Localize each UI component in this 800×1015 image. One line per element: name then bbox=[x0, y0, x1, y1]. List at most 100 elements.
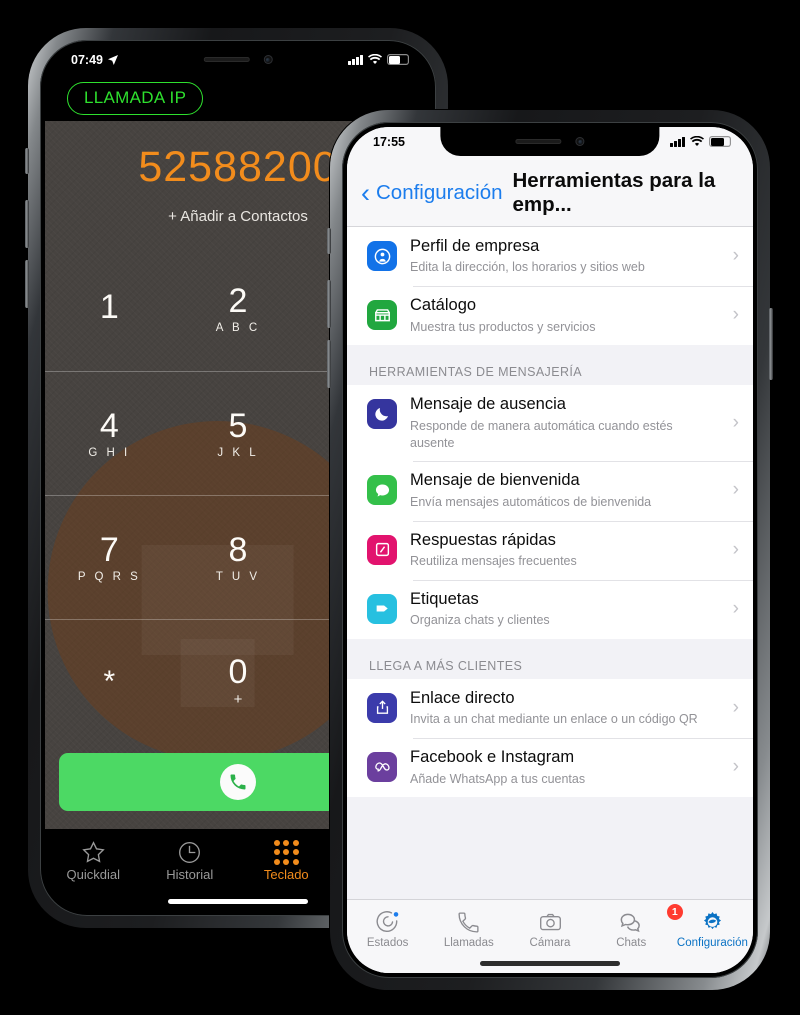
camera-icon bbox=[509, 907, 590, 937]
key-star[interactable]: * bbox=[45, 620, 174, 743]
power-button[interactable] bbox=[769, 308, 773, 380]
chevron-right-icon: › bbox=[732, 479, 739, 501]
tab-quickdial[interactable]: Quickdial bbox=[45, 837, 142, 882]
tab-label: Cámara bbox=[529, 937, 571, 949]
chevron-right-icon: › bbox=[732, 304, 739, 326]
back-button-label[interactable]: Configuración bbox=[376, 181, 503, 205]
key-0[interactable]: 0 + bbox=[174, 620, 303, 743]
list-item-text: Enlace directo Invita a un chat mediante… bbox=[410, 688, 716, 728]
list-item-etiquetas[interactable]: Etiquetas Organiza chats y clientes › bbox=[347, 579, 753, 639]
list-item-respuestas-rapidas[interactable]: Respuestas rápidas Reutiliza mensajes fr… bbox=[347, 520, 753, 580]
tab-historial[interactable]: Historial bbox=[142, 837, 239, 882]
tab-label: Quickdial bbox=[66, 867, 120, 882]
status-time: 07:49 bbox=[71, 52, 103, 67]
silent-switch[interactable] bbox=[25, 148, 29, 174]
list-item-text: Perfil de empresa Edita la dirección, lo… bbox=[410, 236, 716, 276]
list-item-facebook-e-instagram[interactable]: Facebook e Instagram Añade WhatsApp a tu… bbox=[347, 738, 753, 798]
key-letters: P Q R S bbox=[77, 570, 141, 583]
tab-label: Configuración bbox=[676, 937, 748, 949]
meta-link-icon bbox=[367, 752, 397, 783]
chevron-right-icon: › bbox=[732, 538, 739, 560]
status-right bbox=[348, 54, 409, 65]
tab-chats[interactable]: 1 Chats bbox=[591, 904, 683, 949]
tab-label: Llamadas bbox=[443, 937, 494, 949]
key-5[interactable]: 5 J K L bbox=[174, 372, 303, 495]
ip-call-badge[interactable]: LLAMADA IP bbox=[67, 82, 204, 115]
chevron-right-icon: › bbox=[732, 411, 739, 433]
tab-teclado[interactable]: Teclado bbox=[238, 837, 335, 882]
section-header-mensajeria: HERRAMIENTAS DE MENSAJERÍA bbox=[347, 345, 753, 386]
phone-device-whatsapp: 17:55 ‹ Configuración Herramientas para … bbox=[327, 110, 773, 990]
key-2[interactable]: 2 A B C bbox=[174, 247, 303, 371]
key-letters: + bbox=[233, 691, 243, 708]
status-left: 17:55 bbox=[373, 135, 405, 149]
key-1[interactable]: 1 bbox=[45, 247, 174, 371]
tab-configuracion[interactable]: Configuración bbox=[672, 907, 753, 949]
tab-llamadas[interactable]: Llamadas bbox=[428, 907, 509, 949]
list-item-mensaje-de-ausencia[interactable]: Mensaje de ausencia Responde de manera a… bbox=[347, 385, 753, 462]
storefront-icon bbox=[367, 300, 397, 331]
item-title: Mensaje de bienvenida bbox=[410, 471, 580, 490]
section-messaging-tools: Mensaje de ausencia Responde de manera a… bbox=[347, 385, 753, 639]
section-business-tools: Perfil de empresa Edita la dirección, lo… bbox=[347, 227, 753, 346]
item-subtitle: Invita a un chat mediante un enlace o un… bbox=[410, 712, 698, 727]
share-link-icon bbox=[367, 692, 397, 723]
screenshot-stage: 07:49 LLAMADA IP 52588200 + Añadir a Con… bbox=[0, 0, 800, 1015]
key-7[interactable]: 7 P Q R S bbox=[45, 496, 174, 619]
section-header-mas-clientes: LLEGA A MÁS CLIENTES bbox=[347, 638, 753, 679]
status-bar-dialer: 07:49 bbox=[45, 45, 431, 74]
key-digit: 0 bbox=[228, 653, 248, 691]
key-8[interactable]: 8 T U V bbox=[174, 496, 303, 619]
phone-handset-icon bbox=[220, 764, 256, 800]
battery-icon bbox=[709, 136, 731, 147]
wifi-icon bbox=[690, 136, 704, 147]
chats-icon: 1 bbox=[591, 904, 683, 937]
settings-list[interactable]: Perfil de empresa Edita la dirección, lo… bbox=[347, 227, 753, 899]
home-indicator[interactable] bbox=[480, 961, 620, 966]
list-item-mensaje-de-bienvenida[interactable]: Mensaje de bienvenida Envía mensajes aut… bbox=[347, 461, 753, 521]
tab-estados[interactable]: Estados bbox=[347, 907, 428, 949]
volume-down-button[interactable] bbox=[327, 340, 331, 388]
volume-up-button[interactable] bbox=[327, 280, 331, 328]
item-subtitle: Muestra tus productos y servicios bbox=[410, 319, 596, 334]
item-title: Mensaje de ausencia bbox=[410, 395, 566, 414]
tab-camara[interactable]: Cámara bbox=[509, 907, 590, 949]
key-letters: T U V bbox=[215, 570, 261, 583]
list-item-perfil-de-empresa[interactable]: Perfil de empresa Edita la dirección, lo… bbox=[347, 227, 753, 287]
item-subtitle: Envía mensajes automáticos de bienvenida bbox=[410, 494, 652, 509]
keypad-dots-icon bbox=[238, 837, 335, 867]
status-right bbox=[670, 136, 731, 147]
list-bottom-spacer bbox=[347, 797, 753, 824]
home-indicator[interactable] bbox=[168, 899, 308, 904]
key-digit: 4 bbox=[99, 406, 119, 445]
whatsapp-screen: 17:55 ‹ Configuración Herramientas para … bbox=[347, 127, 753, 973]
key-digit: * bbox=[103, 664, 116, 698]
location-arrow-icon bbox=[107, 54, 118, 65]
status-time: 17:55 bbox=[373, 134, 405, 149]
key-digit: 2 bbox=[228, 282, 248, 320]
item-subtitle: Organiza chats y clientes bbox=[410, 613, 550, 628]
volume-down-button[interactable] bbox=[25, 260, 29, 308]
chevron-right-icon: › bbox=[732, 696, 739, 718]
silent-switch[interactable] bbox=[327, 228, 331, 254]
key-letters: G H I bbox=[88, 446, 131, 459]
key-letters: A B C bbox=[215, 322, 261, 334]
list-item-text: Mensaje de ausencia Responde de manera a… bbox=[410, 394, 716, 451]
volume-up-button[interactable] bbox=[25, 200, 29, 248]
key-digit: 7 bbox=[99, 530, 119, 569]
list-item-text: Respuestas rápidas Reutiliza mensajes fr… bbox=[410, 530, 716, 570]
list-item-catalogo[interactable]: Catálogo Muestra tus productos y servici… bbox=[347, 286, 753, 346]
key-4[interactable]: 4 G H I bbox=[45, 372, 174, 495]
item-subtitle: Reutiliza mensajes frecuentes bbox=[410, 553, 577, 568]
page-title: Herramientas para la emp... bbox=[512, 169, 716, 216]
wifi-icon bbox=[368, 54, 382, 65]
item-title: Enlace directo bbox=[410, 688, 515, 707]
tab-label: Estados bbox=[366, 937, 409, 949]
signal-bars-icon bbox=[348, 54, 363, 65]
item-title: Catálogo bbox=[410, 296, 477, 315]
item-title: Facebook e Instagram bbox=[410, 748, 575, 767]
chevron-right-icon: › bbox=[732, 756, 739, 778]
clock-icon bbox=[142, 837, 239, 867]
list-item-enlace-directo[interactable]: Enlace directo Invita a un chat mediante… bbox=[347, 678, 753, 739]
chevron-left-icon[interactable]: ‹ bbox=[361, 179, 370, 207]
